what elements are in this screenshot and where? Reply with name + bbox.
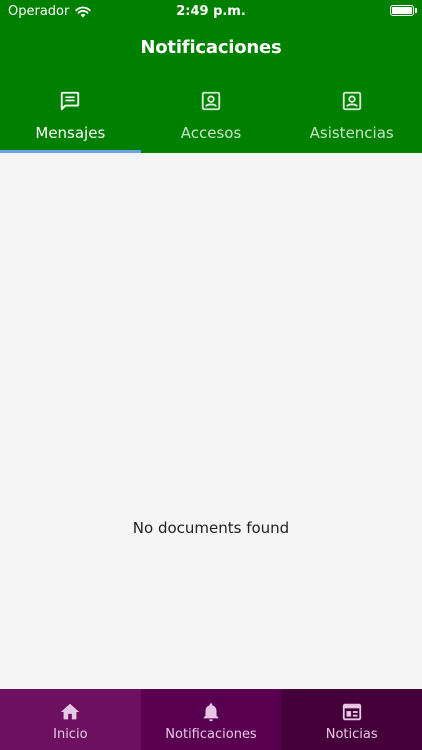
nav-label: Inicio: [53, 727, 88, 742]
tab-accesos[interactable]: Accesos: [141, 86, 282, 153]
empty-state-message: No documents found: [132, 519, 290, 537]
bottom-navigation: Inicio Notificaciones Noticias: [0, 689, 422, 750]
app-header: Operador 2:49 p.m. Notificaciones Mensaj…: [0, 0, 422, 153]
home-icon: [61, 703, 80, 720]
tab-label: Accesos: [180, 124, 242, 142]
status-bar: Operador 2:49 p.m.: [0, 0, 422, 24]
nav-label: Noticias: [325, 727, 378, 742]
nav-item-noticias[interactable]: Noticias: [281, 689, 422, 750]
tab-mensajes[interactable]: Mensajes: [0, 86, 141, 153]
status-time: 2:49 p.m.: [176, 4, 246, 19]
tab-bar: Mensajes Accesos Asistencias: [0, 86, 422, 153]
news-icon: [342, 703, 361, 721]
tab-asistencias[interactable]: Asistencias: [281, 86, 422, 153]
tab-label: Asistencias: [309, 124, 394, 142]
page-title: Notificaciones: [140, 37, 282, 58]
message-icon: [61, 91, 80, 111]
nav-item-notificaciones[interactable]: Notificaciones: [140, 689, 282, 750]
battery-icon: [390, 5, 417, 16]
tab-label: Mensajes: [35, 124, 106, 142]
nav-item-inicio[interactable]: Inicio: [0, 689, 141, 750]
nav-label: Notificaciones: [165, 727, 257, 742]
contact-card-icon: [342, 91, 361, 111]
contact-card-icon: [201, 91, 221, 111]
bell-icon: [203, 703, 219, 722]
document-list: No documents found: [0, 153, 422, 689]
